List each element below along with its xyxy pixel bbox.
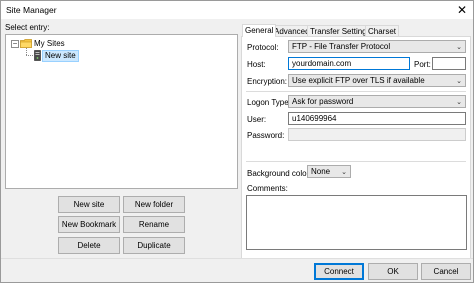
chevron-down-icon: ⌄ (456, 78, 462, 85)
divider (246, 91, 466, 92)
new-site-button[interactable]: New site (58, 196, 120, 213)
new-folder-button[interactable]: New folder (123, 196, 185, 213)
background-color-value: None (311, 167, 331, 176)
encryption-value: Use explicit FTP over TLS if available (292, 76, 425, 85)
tree-item-my-sites[interactable]: My Sites (34, 38, 65, 49)
footer-divider (1, 258, 473, 259)
background-color-label: Background color: (247, 169, 312, 178)
folder-icon (20, 39, 32, 48)
protocol-value: FTP - File Transfer Protocol (292, 42, 391, 51)
protocol-select[interactable]: FTP - File Transfer Protocol ⌄ (288, 40, 466, 53)
user-label: User: (247, 115, 267, 124)
host-label: Host: (247, 60, 266, 69)
select-entry-label: Select entry: (5, 23, 50, 32)
chevron-down-icon: ⌄ (341, 169, 347, 176)
comments-textarea[interactable] (246, 195, 467, 250)
chevron-down-icon: ⌄ (456, 99, 462, 106)
password-label: Password: (247, 131, 285, 140)
protocol-label: Protocol: (247, 43, 279, 52)
tab-general[interactable]: General (242, 24, 277, 37)
cancel-button[interactable]: Cancel (421, 263, 471, 280)
logon-type-label: Logon Type: (247, 98, 291, 107)
site-manager-window: Site Manager ✕ Select entry: − My Sites … (0, 0, 474, 283)
background-color-select[interactable]: None ⌄ (307, 165, 351, 178)
encryption-label: Encryption: (247, 77, 288, 86)
delete-button[interactable]: Delete (58, 237, 120, 254)
port-label: Port: (414, 60, 431, 69)
comments-label: Comments: (247, 184, 288, 193)
tree-item-new-site[interactable]: New site (42, 50, 79, 62)
title-bar: Site Manager ✕ (1, 1, 473, 19)
new-bookmark-button[interactable]: New Bookmark (58, 216, 120, 233)
window-title: Site Manager (6, 5, 57, 15)
tree-connector (26, 55, 33, 56)
duplicate-button[interactable]: Duplicate (123, 237, 185, 254)
site-tree[interactable]: − My Sites New site (5, 34, 238, 189)
logon-type-value: Ask for password (292, 97, 354, 106)
logon-type-select[interactable]: Ask for password ⌄ (288, 95, 466, 108)
host-input[interactable]: yourdomain.com (288, 57, 410, 70)
password-input[interactable] (288, 128, 466, 141)
user-input[interactable]: u140699964 (288, 112, 466, 125)
chevron-down-icon: ⌄ (456, 44, 462, 51)
encryption-select[interactable]: Use explicit FTP over TLS if available ⌄ (288, 74, 466, 87)
server-icon (34, 50, 41, 61)
rename-button[interactable]: Rename (123, 216, 185, 233)
connect-button[interactable]: Connect (314, 263, 364, 280)
divider (246, 161, 466, 162)
port-input[interactable] (432, 57, 466, 70)
collapse-icon[interactable]: − (11, 40, 19, 48)
ok-button[interactable]: OK (368, 263, 418, 280)
close-icon[interactable]: ✕ (451, 1, 473, 19)
tree-connector (26, 48, 27, 55)
